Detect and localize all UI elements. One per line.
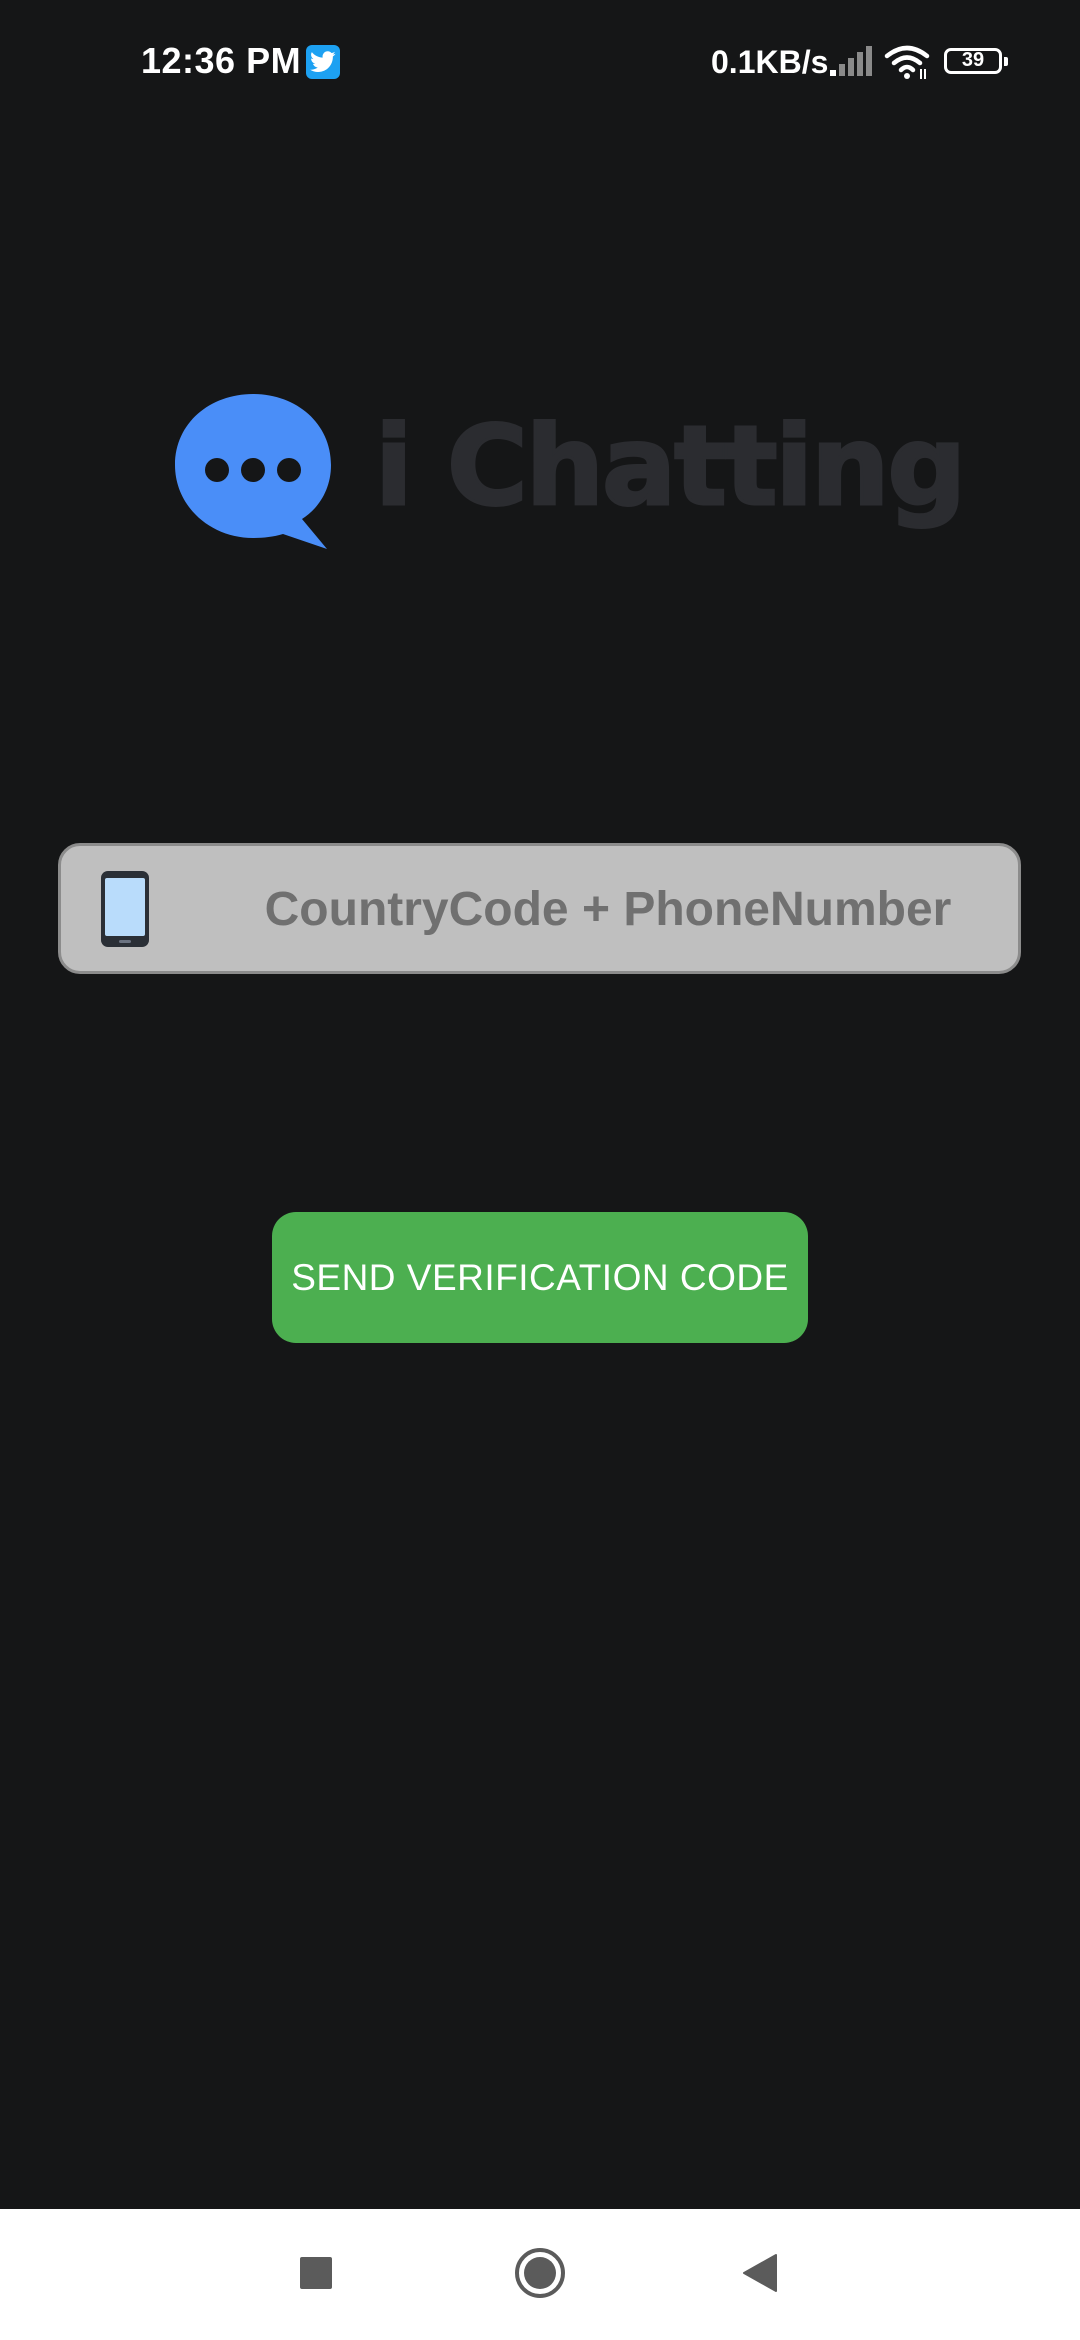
cell-signal-icon [830,46,872,81]
chat-bubble-icon [175,392,335,557]
battery-percent: 39 [961,49,985,71]
twitter-icon [306,45,340,79]
square-icon[interactable] [300,2257,332,2289]
network-speed: 0.1KB/s [711,44,829,80]
battery-icon: 39 [944,48,1008,74]
send-verification-code-button[interactable]: SEND VERIFICATION CODE [272,1212,808,1343]
phone-number-input[interactable] [211,846,1005,973]
wifi-icon [884,44,930,85]
phone-field[interactable] [58,843,1021,974]
navigation-bar [0,2209,1080,2340]
status-bar: 12:36 PM 0.1KB/s 39 [0,0,1080,125]
status-time: 12:36 PM [141,40,302,81]
app-name: i Chatting [373,401,967,532]
triangle-back-icon[interactable] [740,2253,780,2298]
screen: 12:36 PM 0.1KB/s 39 i Chatting CountryCo… [0,0,1080,2340]
smartphone-icon [100,870,150,953]
app-logo: i Chatting [175,392,968,562]
circle-icon[interactable] [513,2246,567,2305]
